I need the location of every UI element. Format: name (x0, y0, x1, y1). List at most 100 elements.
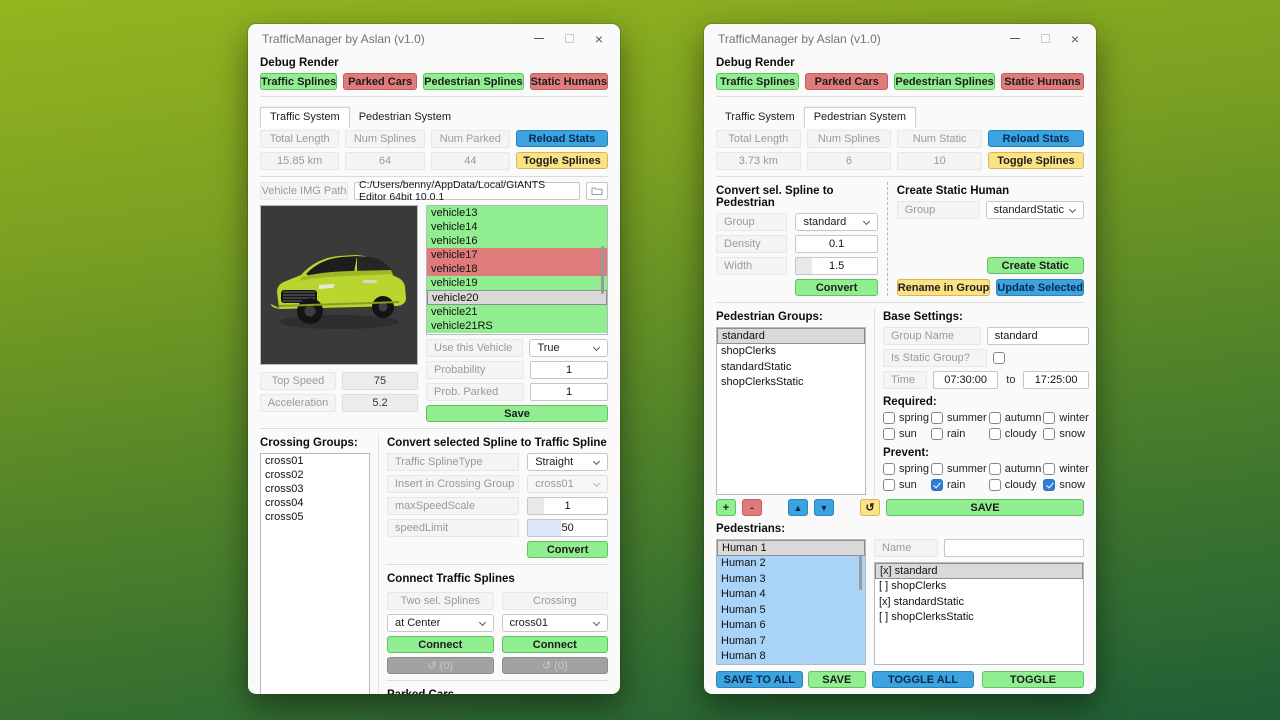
reload-stats-button[interactable]: Reload Stats (988, 130, 1084, 147)
undo-connect-crossing-button[interactable]: ↺ (0) (502, 657, 609, 674)
move-group-down-button[interactable]: ▼ (814, 499, 834, 516)
membership-item[interactable]: [ ] shopClerks (875, 579, 1083, 595)
debug-static-humans-button[interactable]: Static Humans (1001, 73, 1084, 90)
refresh-groups-button[interactable]: ↺ (860, 499, 880, 516)
toggle-button[interactable]: TOGGLE (982, 671, 1084, 688)
debug-static-humans-button[interactable]: Static Humans (530, 73, 608, 90)
use-this-vehicle-select[interactable]: True (529, 339, 608, 357)
insert-crossing-group-select[interactable]: cross01 (527, 475, 608, 493)
checkbox[interactable] (989, 479, 1001, 491)
crossing-group-item[interactable]: cross04 (261, 496, 369, 510)
crossing-group-item[interactable]: cross01 (261, 454, 369, 468)
browse-folder-button[interactable] (586, 182, 608, 200)
pedestrian-group-item[interactable]: shopClerksStatic (717, 375, 865, 391)
vehicle-list-item[interactable]: vehicle21RS (427, 319, 607, 333)
group-select[interactable]: standard (795, 213, 877, 231)
save-to-all-button[interactable]: SAVE TO ALL (716, 671, 803, 688)
rename-in-group-button[interactable]: Rename in Group (897, 279, 991, 296)
vehicle-list-item[interactable]: vehicle21 (427, 305, 607, 319)
vehicle-list-item[interactable]: vehicle19 (427, 276, 607, 290)
checkbox[interactable] (1043, 463, 1055, 475)
pedestrian-item[interactable]: Human 3 (717, 571, 865, 587)
checkbox[interactable] (883, 428, 895, 440)
static-group-select[interactable]: standardStatic (986, 201, 1084, 219)
pedestrian-item[interactable]: Human 6 (717, 618, 865, 634)
debug-traffic-splines-button[interactable]: Traffic Splines (716, 73, 799, 90)
checkbox[interactable] (883, 479, 895, 491)
maximize-button[interactable] (1030, 28, 1060, 50)
close-button[interactable]: × (1060, 28, 1090, 50)
checkbox[interactable] (989, 412, 1001, 424)
pedestrians-scrollbar[interactable] (856, 542, 864, 662)
minimize-button[interactable] (1000, 28, 1030, 50)
membership-item[interactable]: [x] standardStatic (875, 594, 1083, 610)
checkbox[interactable] (931, 463, 943, 475)
connect-splines-button[interactable]: Connect (387, 636, 494, 653)
probability-input[interactable]: 1 (530, 361, 608, 379)
close-button[interactable]: × (584, 28, 614, 50)
reload-stats-button[interactable]: Reload Stats (516, 130, 608, 147)
checkbox[interactable] (883, 463, 895, 475)
pedestrian-group-item[interactable]: standardStatic (717, 359, 865, 375)
titlebar[interactable]: TrafficManager by Aslan (v1.0) × (248, 24, 620, 53)
convert-spline-button[interactable]: Convert (527, 541, 608, 558)
vehicle-list-item[interactable]: vehicle14 (427, 220, 607, 234)
traffic-splinetype-select[interactable]: Straight (527, 453, 608, 471)
vehicle-list-scrollbar[interactable] (598, 208, 606, 332)
add-group-button[interactable]: + (716, 499, 736, 516)
checkbox[interactable] (989, 428, 1001, 440)
debug-pedestrian-splines-button[interactable]: Pedestrian Splines (423, 73, 523, 90)
prob-parked-input[interactable]: 1 (530, 383, 608, 401)
create-static-button[interactable]: Create Static (987, 257, 1084, 274)
pedestrians-list[interactable]: Human 1 Human 2 Human 3 Human 4 Human 5 … (716, 539, 866, 665)
checkbox[interactable] (931, 412, 943, 424)
connect-crossing-select[interactable]: cross01 (502, 614, 609, 632)
is-static-checkbox[interactable] (993, 352, 1005, 364)
pedestrian-item[interactable]: Human 5 (717, 602, 865, 618)
pedestrian-item[interactable]: Human 2 (717, 556, 865, 572)
vehicle-list-item[interactable]: vehicle18 (427, 262, 607, 276)
toggle-splines-button[interactable]: Toggle Splines (516, 152, 608, 169)
checkbox[interactable] (1043, 428, 1055, 440)
pedestrian-name-input[interactable] (944, 539, 1084, 557)
vehicle-list-item[interactable]: vehicle17 (427, 248, 607, 262)
vehicle-img-path-input[interactable]: C:/Users/benny/AppData/Local/GIANTS Edit… (354, 182, 580, 200)
remove-group-button[interactable]: - (742, 499, 762, 516)
vehicle-list-item[interactable]: vehicle20 (427, 290, 607, 305)
vehicle-list[interactable]: vehicle13 vehicle14 vehicle16 vehicle17 … (426, 205, 608, 335)
time-from-input[interactable]: 07:30:00 (933, 371, 998, 389)
maximize-button[interactable] (554, 28, 584, 50)
undo-connect-splines-button[interactable]: ↺ (0) (387, 657, 494, 674)
density-input[interactable]: 0.1 (795, 235, 877, 253)
tab-pedestrian-system[interactable]: Pedestrian System (350, 108, 460, 127)
width-input[interactable]: 1.5 (795, 257, 877, 275)
update-selected-button[interactable]: Update Selected (996, 279, 1084, 296)
tab-traffic-system[interactable]: Traffic System (260, 107, 350, 128)
debug-traffic-splines-button[interactable]: Traffic Splines (260, 73, 337, 90)
checkbox[interactable] (989, 463, 1001, 475)
save-vehicle-button[interactable]: Save (426, 405, 608, 422)
crossing-group-item[interactable]: cross03 (261, 482, 369, 496)
save-group-button[interactable]: SAVE (886, 499, 1084, 516)
scrollbar-thumb[interactable] (601, 246, 604, 294)
debug-pedestrian-splines-button[interactable]: Pedestrian Splines (894, 73, 994, 90)
debug-parked-cars-button[interactable]: Parked Cars (343, 73, 417, 90)
group-name-input[interactable]: standard (987, 327, 1089, 345)
pedestrian-item[interactable]: Human 8 (717, 649, 865, 665)
checkbox[interactable] (931, 479, 943, 491)
checkbox[interactable] (1043, 412, 1055, 424)
vehicle-list-item[interactable]: vehicle16 (427, 234, 607, 248)
membership-item[interactable]: [ ] shopClerksStatic (875, 610, 1083, 626)
titlebar[interactable]: TrafficManager by Aslan (v1.0) × (704, 24, 1096, 53)
save-pedestrian-button[interactable]: SAVE (808, 671, 866, 688)
membership-item[interactable]: [x] standard (875, 563, 1083, 579)
pedestrian-item[interactable]: Human 4 (717, 587, 865, 603)
time-to-input[interactable]: 17:25:00 (1023, 371, 1088, 389)
toggle-all-button[interactable]: TOGGLE ALL (872, 671, 974, 688)
pedestrian-groups-list[interactable]: standard shopClerks standardStatic shopC… (716, 327, 866, 495)
tab-pedestrian-system[interactable]: Pedestrian System (804, 107, 916, 128)
speed-limit-input[interactable]: 50 (527, 519, 608, 537)
crossing-group-item[interactable]: cross02 (261, 468, 369, 482)
debug-parked-cars-button[interactable]: Parked Cars (805, 73, 888, 90)
checkbox[interactable] (883, 412, 895, 424)
